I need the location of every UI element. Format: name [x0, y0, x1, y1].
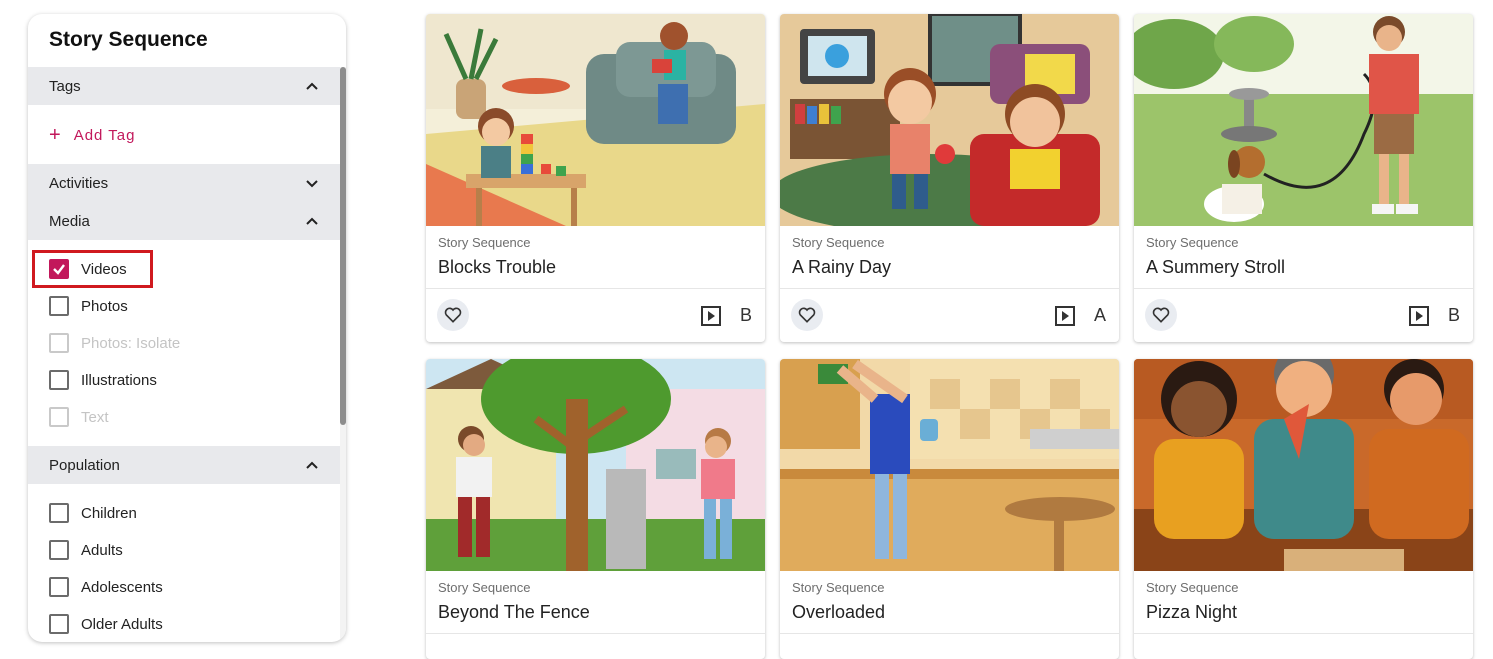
play-icon[interactable]	[1409, 306, 1429, 326]
chevron-up-icon	[306, 82, 318, 90]
card-divider	[426, 288, 765, 289]
card-illustration	[1134, 359, 1473, 571]
sidebar-scrollbar[interactable]	[340, 67, 346, 642]
media-option-text: Text	[49, 407, 109, 427]
card-category: Story Sequence	[792, 580, 885, 595]
level-badge: B	[1448, 305, 1461, 325]
heart-icon	[1152, 307, 1170, 323]
favorite-button[interactable]	[437, 299, 469, 331]
plus-icon: +	[49, 124, 62, 146]
favorite-button[interactable]	[1145, 299, 1177, 331]
card-category: Story Sequence	[792, 235, 885, 250]
section-header-activities[interactable]: Activities	[28, 164, 340, 202]
card-category: Story Sequence	[438, 235, 531, 250]
checkbox-disabled	[49, 333, 69, 353]
checkbox[interactable]	[49, 296, 69, 316]
checkbox-disabled	[49, 407, 69, 427]
media-option-label: Text	[81, 408, 109, 426]
checkbox[interactable]	[49, 370, 69, 390]
section-header-tags[interactable]: Tags	[28, 67, 340, 105]
card-illustration	[426, 359, 765, 571]
card-illustration	[426, 14, 765, 226]
checkmark-icon	[53, 264, 65, 275]
level-badge: A	[1094, 305, 1107, 325]
story-card[interactable]: Story Sequence Overloaded	[780, 359, 1119, 659]
card-divider	[1134, 633, 1473, 634]
filter-sidebar: Story Sequence Tags + Add Tag Activities…	[28, 14, 346, 642]
add-tag-label: Add Tag	[73, 126, 136, 144]
card-category: Story Sequence	[1146, 235, 1239, 250]
section-label-population: Population	[49, 456, 120, 474]
media-option-photos[interactable]: Photos	[49, 296, 128, 316]
media-option-label: Photos: Isolate	[81, 334, 181, 352]
population-option-adolescents[interactable]: Adolescents	[49, 577, 163, 597]
story-card[interactable]: Story Sequence Blocks Trouble B	[426, 14, 765, 342]
population-option-label: Older Adults	[81, 615, 163, 633]
card-title: Pizza Night	[1146, 602, 1238, 622]
level-badge: B	[740, 305, 753, 325]
card-title: Overloaded	[792, 602, 886, 622]
chevron-up-icon	[306, 217, 318, 225]
play-icon[interactable]	[701, 306, 721, 326]
media-option-photos-isolate: Photos: Isolate	[49, 333, 180, 353]
story-card[interactable]: Story Sequence Pizza Night	[1134, 359, 1473, 659]
heart-icon	[798, 307, 816, 323]
card-divider	[780, 633, 1119, 634]
card-illustration	[780, 359, 1119, 571]
checkbox[interactable]	[49, 540, 69, 560]
card-illustration	[780, 14, 1119, 226]
card-illustration	[1134, 14, 1473, 226]
media-option-label: Illustrations	[81, 371, 157, 389]
card-divider	[426, 633, 765, 634]
checkbox[interactable]	[49, 503, 69, 523]
media-option-videos[interactable]: Videos	[49, 259, 127, 279]
media-option-label: Videos	[81, 260, 127, 278]
card-category: Story Sequence	[438, 580, 531, 595]
story-card[interactable]: Story Sequence A Summery Stroll B	[1134, 14, 1473, 342]
population-option-label: Children	[81, 504, 137, 522]
story-card[interactable]: Story Sequence Beyond The Fence	[426, 359, 765, 659]
card-title: Beyond The Fence	[438, 602, 590, 622]
section-label-activities: Activities	[49, 174, 109, 192]
scrollbar-thumb[interactable]	[340, 67, 346, 425]
section-label-tags: Tags	[49, 77, 81, 95]
story-card[interactable]: Story Sequence A Rainy Day A	[780, 14, 1119, 342]
media-option-illustrations[interactable]: Illustrations	[49, 370, 157, 390]
favorite-button[interactable]	[791, 299, 823, 331]
population-option-label: Adolescents	[81, 578, 163, 596]
population-option-label: Adults	[81, 541, 123, 559]
card-title: A Summery Stroll	[1146, 257, 1286, 277]
population-option-older-adults[interactable]: Older Adults	[49, 614, 163, 634]
checkbox-checked[interactable]	[49, 259, 69, 279]
play-icon[interactable]	[1055, 306, 1075, 326]
checkbox[interactable]	[49, 614, 69, 634]
card-divider	[780, 288, 1119, 289]
checkbox[interactable]	[49, 577, 69, 597]
card-category: Story Sequence	[1146, 580, 1239, 595]
card-divider	[1134, 288, 1473, 289]
population-option-adults[interactable]: Adults	[49, 540, 123, 560]
section-header-population[interactable]: Population	[28, 446, 340, 484]
add-tag-button[interactable]: + Add Tag	[49, 125, 135, 145]
population-option-children[interactable]: Children	[49, 503, 137, 523]
card-title: A Rainy Day	[792, 257, 892, 277]
section-label-media: Media	[49, 212, 90, 230]
media-option-label: Photos	[81, 297, 128, 315]
chevron-down-icon	[306, 180, 318, 188]
heart-icon	[444, 307, 462, 323]
card-title: Blocks Trouble	[438, 257, 557, 277]
chevron-up-icon	[306, 461, 318, 469]
sidebar-title: Story Sequence	[49, 28, 208, 51]
section-header-media[interactable]: Media	[28, 202, 340, 240]
